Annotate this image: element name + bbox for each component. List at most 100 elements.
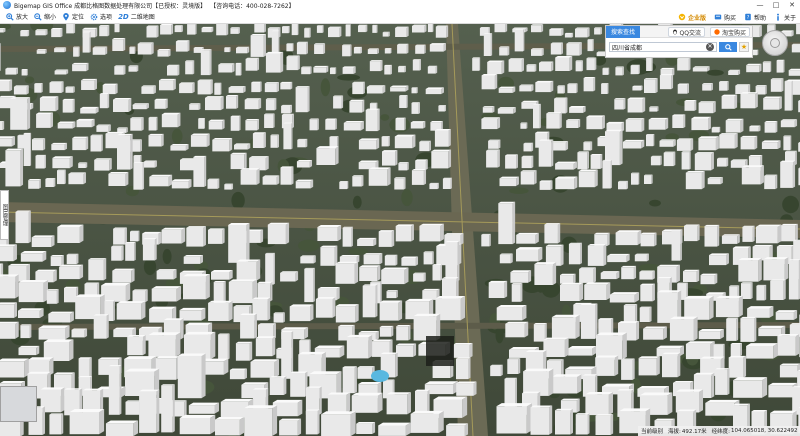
building bbox=[649, 107, 658, 112]
enterprise-button[interactable]: 企业版 bbox=[678, 13, 706, 22]
building-side bbox=[131, 268, 135, 283]
building-side bbox=[574, 176, 578, 190]
building bbox=[23, 133, 30, 166]
overview-minimap[interactable] bbox=[0, 386, 37, 422]
building-side bbox=[229, 47, 231, 53]
building-roof bbox=[23, 132, 32, 134]
building-roof bbox=[783, 135, 792, 137]
pond bbox=[371, 370, 389, 382]
3d-city-scene[interactable] bbox=[0, 24, 800, 436]
building-side bbox=[310, 66, 312, 75]
building bbox=[717, 158, 727, 167]
building-roof bbox=[639, 392, 673, 396]
building-roof bbox=[617, 389, 634, 391]
building-side bbox=[154, 160, 157, 168]
building bbox=[342, 67, 354, 74]
compass-widget[interactable] bbox=[762, 30, 788, 56]
layer-panel-tab[interactable]: 图层管理 bbox=[0, 190, 9, 240]
building-roof bbox=[676, 138, 694, 140]
building-side bbox=[156, 25, 159, 38]
building bbox=[419, 141, 430, 152]
building-roof bbox=[582, 374, 598, 376]
building bbox=[78, 358, 90, 379]
favorite-button[interactable]: ★ bbox=[739, 42, 749, 52]
building-roof bbox=[112, 38, 126, 40]
maximize-button[interactable]: □ bbox=[768, 0, 784, 10]
building-roof bbox=[644, 174, 653, 176]
building-roof bbox=[419, 223, 444, 226]
about-button[interactable]: 关于 bbox=[774, 13, 796, 22]
building-side bbox=[687, 83, 690, 94]
building-roof bbox=[357, 237, 377, 240]
building bbox=[148, 135, 162, 147]
map-viewport[interactable] bbox=[0, 24, 800, 436]
taobao-icon bbox=[714, 29, 720, 35]
building-roof bbox=[317, 286, 340, 289]
locate-button[interactable]: 定位 bbox=[62, 12, 84, 21]
building bbox=[677, 84, 688, 94]
clear-icon[interactable]: ✕ bbox=[706, 43, 714, 51]
building-side bbox=[619, 129, 623, 166]
building-roof bbox=[587, 39, 594, 40]
building-roof bbox=[214, 82, 222, 84]
building-side bbox=[220, 96, 224, 111]
building-side bbox=[450, 177, 452, 190]
building-side bbox=[531, 155, 534, 169]
qq-chat-button[interactable]: QQ交流 bbox=[667, 27, 705, 37]
building bbox=[102, 85, 116, 95]
tab-search[interactable]: 搜索查找 bbox=[606, 25, 641, 38]
building-roof bbox=[298, 351, 326, 355]
building-side bbox=[690, 138, 694, 151]
building-roof bbox=[113, 327, 136, 330]
building-side bbox=[240, 62, 242, 76]
building bbox=[575, 28, 588, 38]
building-roof bbox=[395, 117, 406, 119]
building bbox=[631, 173, 639, 185]
building bbox=[551, 317, 576, 339]
search-input[interactable] bbox=[609, 42, 717, 52]
building bbox=[600, 272, 617, 280]
building bbox=[127, 336, 143, 356]
building-roof bbox=[438, 104, 447, 106]
options-button[interactable]: 选项 bbox=[90, 12, 112, 21]
building-side bbox=[187, 40, 190, 52]
building-roof bbox=[179, 270, 206, 273]
info-icon bbox=[777, 13, 779, 21]
building-side bbox=[412, 134, 416, 149]
building-side bbox=[775, 120, 778, 133]
building-roof bbox=[639, 306, 652, 308]
building bbox=[333, 96, 342, 109]
building-roof bbox=[746, 343, 778, 346]
search-button[interactable] bbox=[719, 42, 737, 52]
2d-map-button[interactable]: 2D 二维地图 bbox=[118, 12, 155, 22]
building-roof bbox=[241, 382, 269, 385]
building-roof bbox=[594, 27, 602, 29]
building-roof bbox=[672, 114, 686, 116]
building-roof bbox=[649, 106, 659, 108]
minimize-button[interactable]: — bbox=[752, 0, 768, 10]
building-roof bbox=[621, 358, 635, 360]
search-icon bbox=[724, 43, 732, 51]
building-side bbox=[469, 342, 473, 358]
building bbox=[309, 119, 318, 131]
buy-button[interactable]: 购买 bbox=[714, 13, 736, 22]
close-button[interactable]: ✕ bbox=[784, 0, 800, 10]
building bbox=[343, 122, 361, 131]
zoom-in-button[interactable]: 放大 bbox=[6, 12, 28, 21]
help-button[interactable]: ? 帮助 bbox=[744, 13, 766, 22]
taobao-buy-button[interactable]: 淘宝购买 bbox=[709, 27, 750, 37]
building-side bbox=[418, 102, 420, 114]
building bbox=[205, 97, 221, 111]
building-roof bbox=[138, 326, 163, 329]
building bbox=[201, 27, 212, 33]
zoom-out-button[interactable]: 缩小 bbox=[34, 12, 56, 21]
building bbox=[776, 60, 784, 73]
compass-center-icon[interactable] bbox=[770, 38, 780, 48]
building-side bbox=[236, 95, 239, 109]
building bbox=[149, 176, 169, 187]
building bbox=[499, 178, 516, 187]
building-roof bbox=[544, 223, 561, 225]
building-roof bbox=[401, 256, 419, 258]
building-side bbox=[764, 284, 767, 301]
building bbox=[296, 161, 310, 168]
